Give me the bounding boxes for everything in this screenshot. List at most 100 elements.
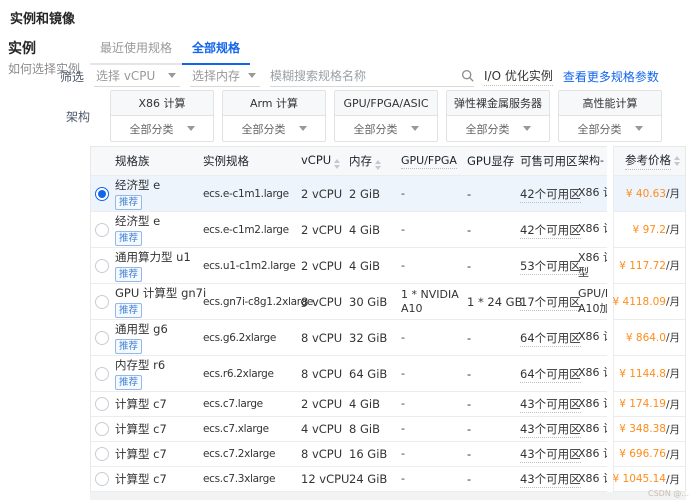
row-radio[interactable] <box>95 367 109 381</box>
row-radio[interactable] <box>95 187 109 201</box>
header-gpu-memory: GPU显存 <box>465 153 518 169</box>
price-amount: ¥ 696.76 <box>619 448 666 460</box>
table-row[interactable]: 经济型 e 推荐 ecs.e-c1m2.large 2 vCPU 4 GiB -… <box>90 212 686 248</box>
arch-value: X86 计算 <box>576 447 607 461</box>
instance-spec: ecs.c7.large <box>201 398 299 410</box>
architecture-subcategory-select[interactable]: 全部分类 <box>335 116 437 141</box>
instance-spec: ecs.r6.2xlarge <box>201 368 299 380</box>
spec-search-box[interactable] <box>270 65 474 87</box>
more-spec-params-link[interactable]: 查看更多规格参数 <box>563 68 659 85</box>
price-amount: ¥ 174.19 <box>619 398 666 410</box>
gpu-memory-value: - <box>465 447 518 461</box>
price-unit: /月 <box>666 330 680 345</box>
table-row[interactable]: 通用算力型 u1 推荐 ecs.u1-c1m2.large 2 vCPU 4 G… <box>90 248 686 284</box>
memory-value: 4 GiB <box>347 259 399 273</box>
subcategory-select-value: 全部分类 <box>578 121 622 137</box>
gpu-value: - <box>399 331 465 345</box>
sort-icon[interactable] <box>334 159 340 169</box>
zones-value: 64个可用区 <box>520 367 581 383</box>
tab-recent-specs[interactable]: 最近使用规格 <box>90 33 182 65</box>
table-row[interactable]: 计算型 c7 ecs.c7.2xlarge 8 vCPU 16 GiB - - … <box>90 442 686 467</box>
page-title: 实例和镜像 <box>10 8 75 27</box>
spec-search-input[interactable] <box>270 69 454 83</box>
tab-all-specs[interactable]: 全部规格 <box>182 33 250 65</box>
instance-spec: ecs.c7.2xlarge <box>201 448 299 460</box>
architecture-subcategory-select[interactable]: 全部分类 <box>223 116 325 141</box>
table-row[interactable]: 经济型 e 推荐 ecs.e-c1m1.large 2 vCPU 2 GiB -… <box>90 176 686 212</box>
price-cell: ¥ 348.38/月 <box>613 417 686 442</box>
price-amount: ¥ 97.2 <box>633 224 666 236</box>
sort-icon[interactable] <box>375 160 381 170</box>
price-cell: ¥ 174.19/月 <box>613 392 686 417</box>
row-radio[interactable] <box>95 397 109 411</box>
table-row[interactable]: 通用型 g6 推荐 ecs.g6.2xlarge 8 vCPU 32 GiB -… <box>90 320 686 356</box>
architecture-subcategory-select[interactable]: 全部分类 <box>447 116 549 141</box>
table-row[interactable]: 计算型 c7 ecs.c7.3xlarge 12 vCPU 24 GiB - -… <box>90 467 686 492</box>
vcpu-value: 8 vCPU <box>299 295 347 309</box>
arch-value: X86 计算 <box>576 422 607 436</box>
architecture-subcategory-select[interactable]: 全部分类 <box>559 116 661 141</box>
row-radio[interactable] <box>95 295 109 309</box>
gpu-value: - <box>399 223 465 237</box>
row-radio[interactable] <box>95 259 109 273</box>
gpu-memory-value: - <box>465 187 518 201</box>
vcpu-value: 2 vCPU <box>299 223 347 237</box>
architecture-category-tab[interactable]: Arm 计算 <box>223 91 325 116</box>
table-row[interactable]: GPU 计算型 gn7i 推荐 ecs.gn7i-c8g1.2xlarge 8 … <box>90 284 686 320</box>
search-icon[interactable] <box>461 69 474 82</box>
io-optimized-label: I/O 优化实例 <box>484 67 553 86</box>
price-unit: /月 <box>666 366 680 381</box>
table-row[interactable]: 内存型 r6 推荐 ecs.r6.2xlarge 8 vCPU 64 GiB -… <box>90 356 686 392</box>
header-vcpu: vCPU <box>299 153 347 169</box>
zones-value: 42个可用区 <box>520 187 581 203</box>
architecture-category-tab[interactable]: 弹性裸金属服务器 <box>447 91 549 116</box>
family-name: 经济型 e <box>115 213 201 229</box>
recommended-badge: 推荐 <box>115 375 142 390</box>
header-memory: 内存 <box>347 153 399 170</box>
row-radio[interactable] <box>95 331 109 345</box>
family-name: 计算型 c7 <box>115 446 201 462</box>
header-spec: 实例规格 <box>201 153 299 169</box>
arch-value: X86 计算 <box>576 222 607 236</box>
price-cell: ¥ 864.0/月 <box>613 320 686 356</box>
price-amount: ¥ 40.63 <box>626 188 666 200</box>
memory-value: 2 GiB <box>347 187 399 201</box>
price-amount: ¥ 1144.8 <box>619 368 666 380</box>
vcpu-value: 2 vCPU <box>299 397 347 411</box>
price-amount: ¥ 1045.14 <box>613 473 666 485</box>
arch-value: X86 计算 <box>576 397 607 411</box>
family-name: 通用型 g6 <box>115 321 201 337</box>
sort-icon[interactable] <box>674 156 680 166</box>
price-unit: /月 <box>666 422 680 437</box>
subcategory-select-value: 全部分类 <box>242 121 286 137</box>
arch-value: GPU/FPGAA10加速 <box>576 287 607 316</box>
gpu-value: 1 * NVIDIA A10 <box>399 288 465 316</box>
gpu-memory-value: - <box>465 259 518 273</box>
row-radio[interactable] <box>95 422 109 436</box>
memory-select-value: 选择内存 <box>192 67 240 84</box>
price-unit: /月 <box>666 294 680 309</box>
row-radio[interactable] <box>95 472 109 486</box>
gpu-memory-value: 1 * 24 GB <box>465 295 518 309</box>
architecture-category-tab[interactable]: GPU/FPGA/ASIC <box>335 91 437 116</box>
gpu-memory-value: - <box>465 397 518 411</box>
architecture-category-tab[interactable]: 高性能计算 <box>559 91 661 116</box>
table-row[interactable]: 计算型 c7 ecs.c7.large 2 vCPU 4 GiB - - 43个… <box>90 392 686 417</box>
gpu-value: - <box>399 397 465 411</box>
architecture-subcategory-select[interactable]: 全部分类 <box>111 116 213 141</box>
price-cell: ¥ 4118.09/月 <box>613 284 686 320</box>
row-radio[interactable] <box>95 447 109 461</box>
memory-value: 4 GiB <box>347 397 399 411</box>
vcpu-select[interactable]: 选择 vCPU <box>94 65 180 87</box>
arch-value: X86 计算 <box>576 186 607 200</box>
row-radio[interactable] <box>95 223 109 237</box>
table-row[interactable]: 计算型 c7 ecs.c7.xlarge 4 vCPU 8 GiB - - 43… <box>90 417 686 442</box>
memory-select[interactable]: 选择内存 <box>190 65 260 87</box>
arch-value: X86 计算型 <box>576 251 607 280</box>
architecture-category-tab[interactable]: X86 计算 <box>111 91 213 116</box>
gpu-memory-value: - <box>465 331 518 345</box>
gpu-value: - <box>399 187 465 201</box>
instance-spec: ecs.e-c1m1.large <box>201 188 299 200</box>
family-name: 计算型 c7 <box>115 471 201 487</box>
horizontal-scrollbar-track[interactable] <box>90 492 686 500</box>
